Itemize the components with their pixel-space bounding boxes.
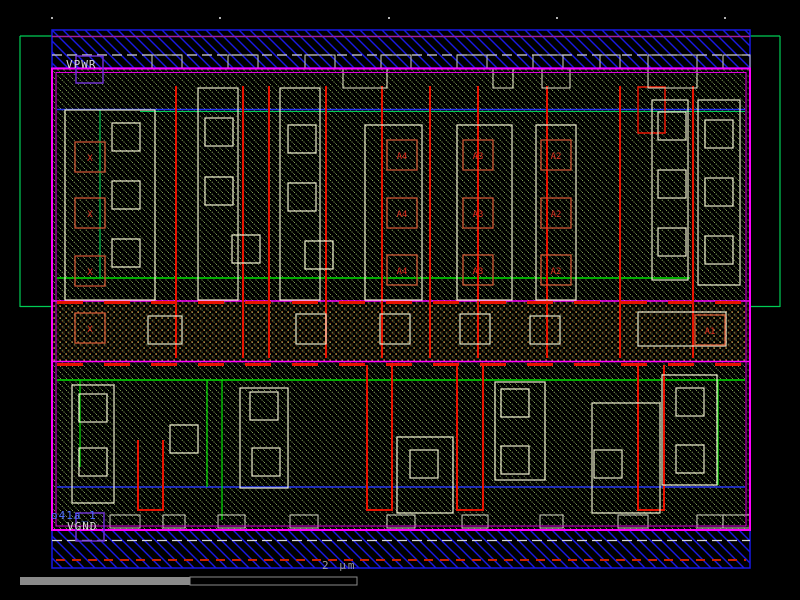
ruler-ticks [51,17,726,19]
svg-text:A1: A1 [705,327,716,337]
bottom-power-rail [52,530,750,568]
scale-bar [20,577,357,585]
svg-text:A3: A3 [473,267,484,277]
svg-text:A2: A2 [551,152,562,162]
layout-canvas[interactable]: X X X A4 A4 A4 A3 A3 A3 A2 A2 A2 X A1 [0,0,800,600]
svg-text:X: X [87,210,93,220]
vgnd-port-label: VGND [67,521,98,532]
svg-text:X: X [87,325,93,335]
svg-text:A2: A2 [551,210,562,220]
svg-text:A3: A3 [473,210,484,220]
svg-text:X: X [87,268,93,278]
svg-text:A3: A3 [473,152,484,162]
vpwr-port-label: VPWR [66,59,97,70]
svg-text:A4: A4 [397,267,408,277]
svg-text:X: X [87,154,93,164]
top-power-rail [52,30,750,68]
layout-viewer-window: XXXA4A4A4A3A3A3A2A2A2XA1 VPWR o41a_1 VGN… [0,0,800,600]
scale-bar-label: 2 µm [322,560,357,571]
svg-text:A2: A2 [551,267,562,277]
svg-text:A4: A4 [397,152,408,162]
cell-interior [53,69,749,529]
svg-text:A4: A4 [397,210,408,220]
